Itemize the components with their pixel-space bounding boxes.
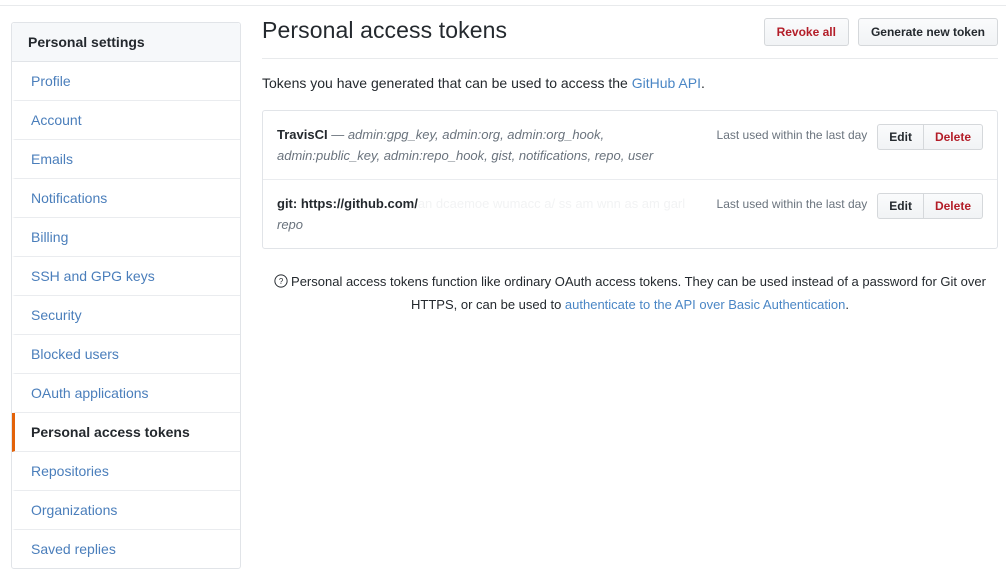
sidebar-item-account[interactable]: Account xyxy=(12,101,240,140)
token-description: TravisCI — admin:gpg_key, admin:org, adm… xyxy=(277,124,717,166)
sidebar-item-ssh-and-gpg-keys[interactable]: SSH and GPG keys xyxy=(12,257,240,296)
sidebar-item-security[interactable]: Security xyxy=(12,296,240,335)
token-name: git: https://github.com/ xyxy=(277,196,418,211)
token-actions: Edit Delete xyxy=(877,124,983,150)
basic-authentication-link[interactable]: authenticate to the API over Basic Authe… xyxy=(565,297,845,312)
settings-page: Personal settings Profile Account Emails… xyxy=(0,0,1006,571)
github-api-link[interactable]: GitHub API xyxy=(632,75,701,91)
sidebar-item-notifications[interactable]: Notifications xyxy=(12,179,240,218)
sidebar-item-billing[interactable]: Billing xyxy=(12,218,240,257)
token-name: TravisCI xyxy=(277,127,328,142)
edit-button[interactable]: Edit xyxy=(877,193,924,219)
main-content: Personal access tokens Revoke all Genera… xyxy=(262,14,998,315)
token-actions: Edit Delete xyxy=(877,193,983,219)
table-row: git: https://github.com/an dcaemoe wumac… xyxy=(263,180,997,248)
page-title: Personal access tokens xyxy=(262,17,508,43)
delete-button[interactable]: Delete xyxy=(923,193,983,219)
token-list: TravisCI — admin:gpg_key, admin:org, adm… xyxy=(262,110,998,249)
intro-after: . xyxy=(700,75,705,91)
page-header: Personal access tokens Revoke all Genera… xyxy=(262,14,998,59)
sidebar-item-profile[interactable]: Profile xyxy=(12,62,240,101)
intro-before: Tokens you have generated that can be us… xyxy=(262,75,632,91)
sidebar-item-emails[interactable]: Emails xyxy=(12,140,240,179)
generate-new-token-button[interactable]: Generate new token xyxy=(857,18,998,46)
note-line-1: Personal access tokens function like ord… xyxy=(291,274,958,289)
sidebar-item-blocked-users[interactable]: Blocked users xyxy=(12,335,240,374)
token-last-used: Last used within the last day xyxy=(716,128,868,142)
note-line-2-after: . xyxy=(845,297,849,312)
sidebar-item-repositories[interactable]: Repositories xyxy=(12,452,240,491)
help-note: ? Personal access tokens function like or… xyxy=(262,271,998,315)
sidebar-header: Personal settings xyxy=(12,23,240,62)
sidebar-item-organizations[interactable]: Organizations xyxy=(12,491,240,530)
revoke-all-button[interactable]: Revoke all xyxy=(763,18,849,46)
intro-text: Tokens you have generated that can be us… xyxy=(262,73,998,93)
settings-sidebar: Personal settings Profile Account Emails… xyxy=(11,22,241,569)
sidebar-item-oauth-applications[interactable]: OAuth applications xyxy=(12,374,240,413)
token-scopes: repo xyxy=(277,217,304,232)
edit-button[interactable]: Edit xyxy=(877,124,924,150)
token-last-used: Last used within the last day xyxy=(716,197,868,211)
header-actions: Revoke all Generate new token xyxy=(763,14,998,46)
sidebar-item-personal-access-tokens[interactable]: Personal access tokens xyxy=(12,413,240,452)
question-circle-icon: ? xyxy=(274,273,288,294)
token-separator: — xyxy=(327,127,348,142)
table-row: TravisCI — admin:gpg_key, admin:org, adm… xyxy=(263,111,997,180)
token-description: git: https://github.com/an dcaemoe wumac… xyxy=(277,193,717,235)
svg-text:?: ? xyxy=(279,277,284,286)
sidebar-item-saved-replies[interactable]: Saved replies xyxy=(12,530,240,568)
token-redacted-url: an dcaemoe wumacc a/ ss am wnn as am gar… xyxy=(417,196,686,211)
delete-button[interactable]: Delete xyxy=(923,124,983,150)
